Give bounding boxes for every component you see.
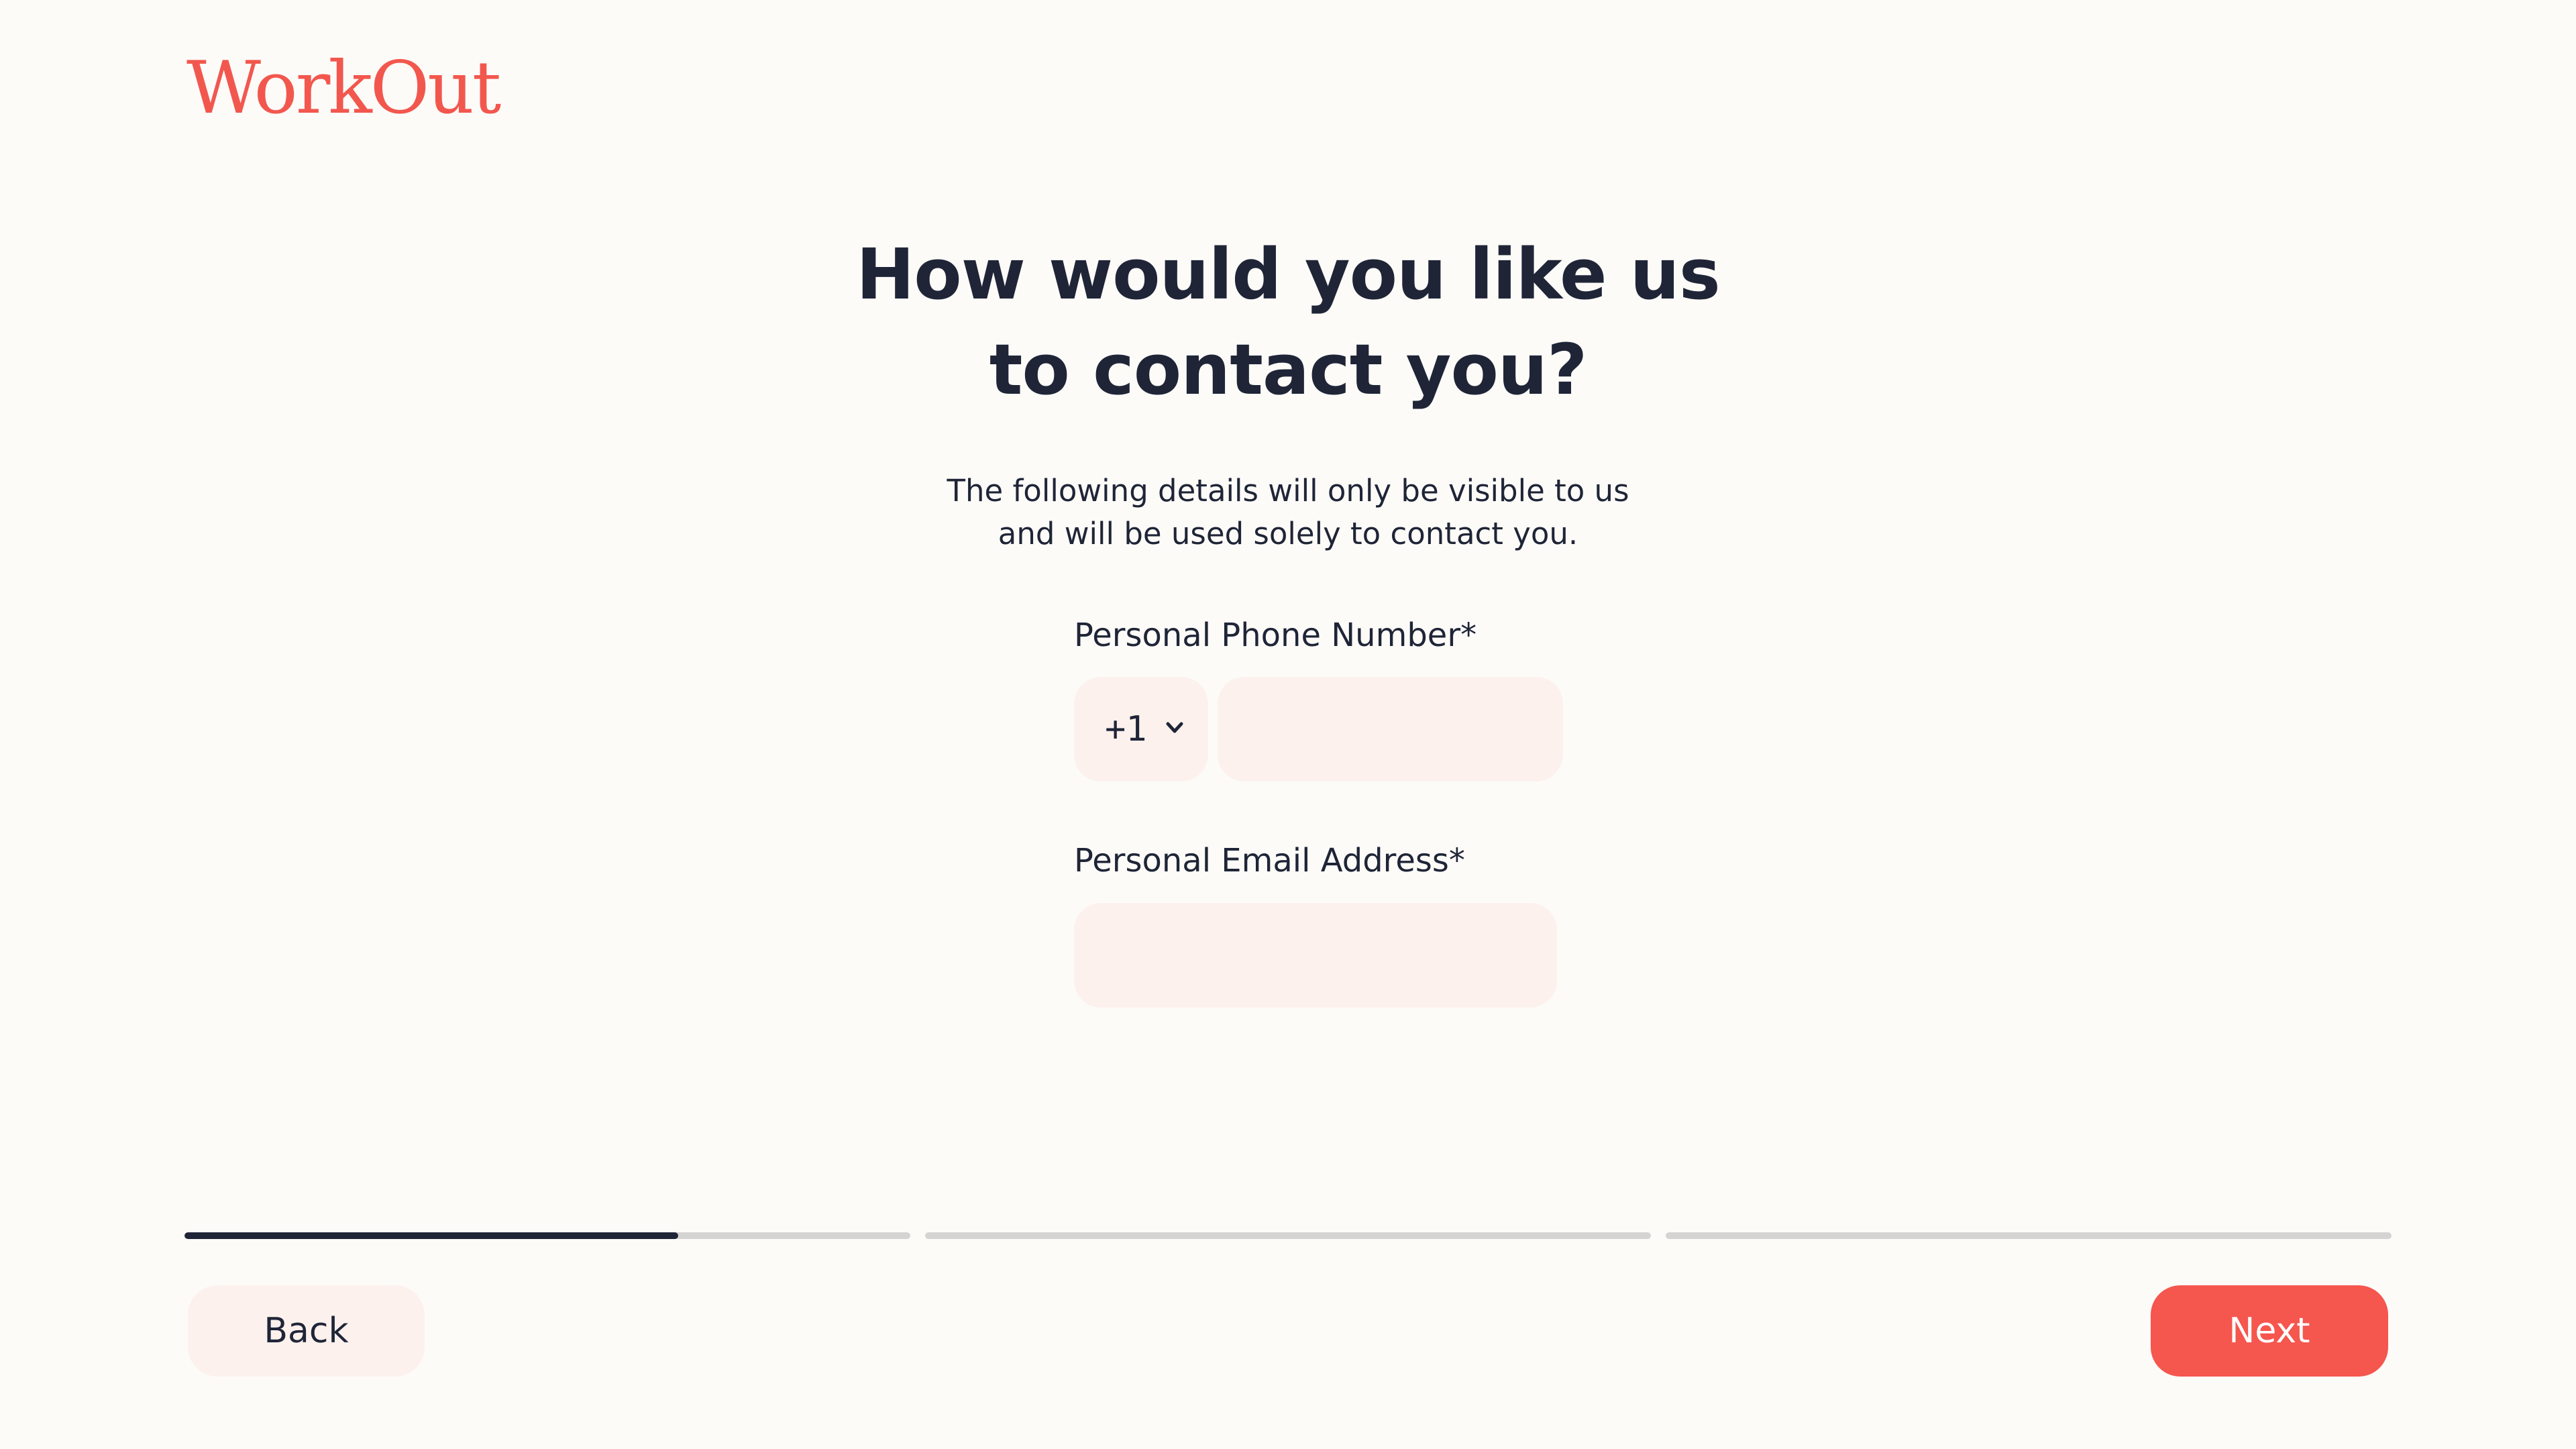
progress-step-2 (925, 1232, 1651, 1239)
country-code-select[interactable]: +1 (1074, 677, 1208, 782)
phone-number-input[interactable] (1218, 677, 1563, 782)
page-description-line-1: The following details will only be visib… (947, 473, 1629, 508)
progress-step-1 (184, 1232, 910, 1239)
progress-step-3 (1666, 1232, 2392, 1239)
country-code-value: +1 (1105, 709, 1147, 749)
email-address-input[interactable] (1074, 903, 1557, 1008)
workout-logo: WorkOut (186, 46, 501, 130)
back-button[interactable]: Back (188, 1285, 425, 1377)
phone-number-label: Personal Phone Number* (1074, 616, 1477, 654)
page-title-line-1: How would you like us (856, 233, 1720, 315)
progress-step-1-fill (184, 1232, 678, 1239)
page-description: The following details will only be visib… (818, 470, 1758, 555)
page-description-line-2: and will be used solely to contact you. (998, 516, 1578, 551)
chevron-down-icon (1166, 722, 1183, 733)
page-title: How would you like us to contact you? (778, 227, 1798, 417)
next-button[interactable]: Next (2151, 1285, 2388, 1377)
email-address-label: Personal Email Address* (1074, 842, 1465, 879)
page-title-line-2: to contact you? (989, 329, 1588, 411)
